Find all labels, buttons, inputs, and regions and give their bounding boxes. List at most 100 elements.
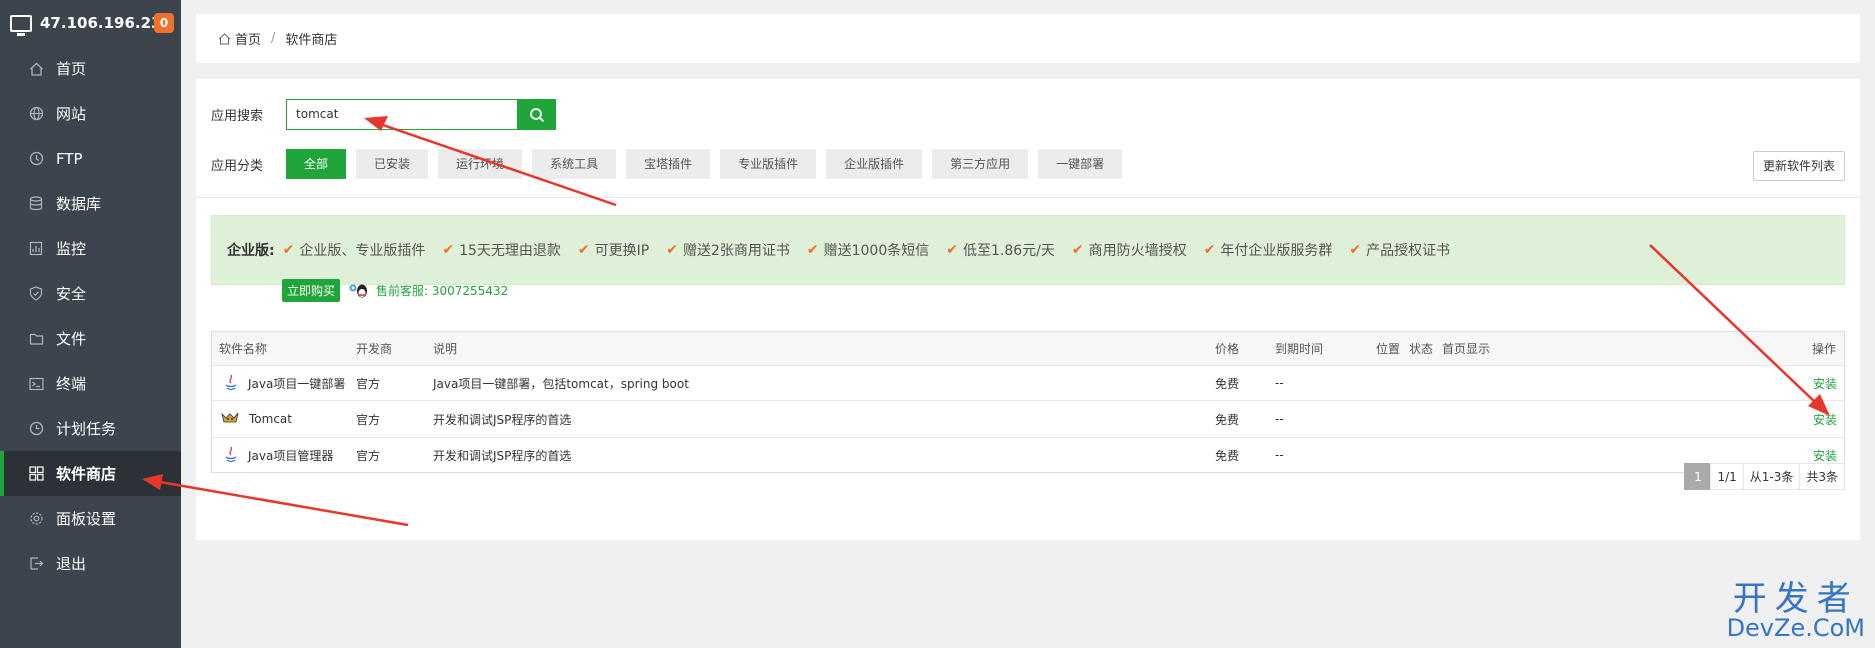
watermark: 开发者 DevZe.CoM <box>1727 582 1865 640</box>
buy-now-button[interactable]: 立即购买 <box>282 279 341 302</box>
app-name-cell: Java项目一键部署 <box>223 366 345 400</box>
category-installed[interactable]: 已安装 <box>356 149 429 179</box>
promo-title: 企业版: <box>227 243 275 259</box>
tomcat-icon <box>220 410 240 428</box>
header-description: 说明 <box>433 342 458 356</box>
page-total: 1/1 <box>1710 463 1744 490</box>
sidebar-item-terminal[interactable]: 终端 <box>0 361 181 406</box>
breadcrumb-home[interactable]: 首页 <box>235 29 261 48</box>
promo-feature: ✔ 低至1.86元/天 <box>946 242 1055 259</box>
java-icon <box>223 374 239 392</box>
search-label: 应用搜索 <box>211 109 264 124</box>
install-button[interactable]: 安装 <box>1813 401 1837 437</box>
page-current[interactable]: 1 <box>1684 463 1712 490</box>
check-icon: ✔ <box>1349 242 1362 258</box>
category-enterprise-plugins[interactable]: 企业版插件 <box>826 149 923 179</box>
folder-icon <box>28 331 44 347</box>
chart-icon <box>28 241 44 257</box>
software-table: 软件名称 开发商 说明 价格 到期时间 位置 状态 首页显示 操作 Java项目… <box>211 331 1845 473</box>
promo-feature: ✔ 企业版、专业版插件 <box>282 242 426 259</box>
database-icon <box>28 196 44 212</box>
price-cell: 免费 <box>1215 412 1240 427</box>
header-home-display: 首页显示 <box>1442 342 1491 356</box>
notification-badge[interactable]: 0 <box>154 13 174 33</box>
divider <box>196 197 1860 198</box>
sidebar-item-store[interactable]: 软件商店 <box>0 451 181 496</box>
enterprise-promo: 企业版: ✔ 企业版、专业版插件 ✔ 15天无理由退款 ✔ 可更换IP ✔ 赠送2张商用… <box>211 215 1845 302</box>
page-count: 共3条 <box>1799 463 1845 490</box>
sidebar-item-cron[interactable]: 计划任务 <box>0 406 181 451</box>
gear-icon <box>28 511 44 527</box>
expire-cell: -- <box>1275 448 1284 462</box>
promo-actions: 立即购买 售前客服: 3007255432 <box>282 279 508 302</box>
check-icon: ✔ <box>577 242 590 258</box>
monitor-icon <box>10 14 32 36</box>
developer-cell: 官方 <box>356 376 381 391</box>
category-row: 应用分类 全部 已安装 运行环境 系统工具 宝塔插件 专业版插件 企业版插件 第… <box>211 149 1132 179</box>
sidebar-item-logout[interactable]: 退出 <box>0 541 181 586</box>
sidebar-item-database[interactable]: 数据库 <box>0 181 181 226</box>
sidebar-item-label: 监控 <box>56 240 87 258</box>
promo-features: 企业版: ✔ 企业版、专业版插件 ✔ 15天无理由退款 ✔ 可更换IP ✔ 赠送2张商用… <box>227 240 1467 260</box>
update-list-button[interactable]: 更新软件列表 <box>1752 151 1845 181</box>
pagination: 1 1/1 从1-3条 共3条 <box>1684 463 1845 490</box>
promo-feature: ✔ 15天无理由退款 <box>442 242 561 259</box>
check-icon: ✔ <box>666 242 678 258</box>
category-bt-plugins[interactable]: 宝塔插件 <box>626 149 711 179</box>
description-cell: Java项目一键部署，包括tomcat，spring boot <box>433 376 689 391</box>
sidebar-item-files[interactable]: 文件 <box>0 316 181 361</box>
ftp-icon <box>28 151 44 167</box>
store-panel: 应用搜索 tomcat 应用分类 全部 已安装 运行环境 系统工具 宝塔插件 专… <box>196 79 1860 540</box>
header-position: 位置 <box>1376 342 1401 356</box>
check-icon: ✔ <box>282 242 295 258</box>
sidebar-item-security[interactable]: 安全 <box>0 271 181 316</box>
grid-icon <box>28 466 44 482</box>
home-icon <box>218 32 231 45</box>
promo-feature: ✔ 可更换IP <box>577 242 650 259</box>
category-label: 应用分类 <box>211 158 264 174</box>
search-input[interactable]: tomcat <box>286 99 519 130</box>
clock-icon <box>28 421 44 437</box>
category-runtime[interactable]: 运行环境 <box>438 149 523 179</box>
terminal-icon <box>28 376 44 392</box>
check-icon: ✔ <box>806 242 819 258</box>
sidebar-item-ftp[interactable]: FTP <box>0 136 181 181</box>
promo-feature: ✔ 赠送1000条短信 <box>806 242 930 259</box>
globe-icon <box>28 106 44 122</box>
price-cell: 免费 <box>1215 448 1240 463</box>
install-button[interactable]: 安装 <box>1813 366 1837 400</box>
presales-contact[interactable]: 售前客服: 3007255432 <box>348 282 508 299</box>
category-tabs: 全部 已安装 运行环境 系统工具 宝塔插件 专业版插件 企业版插件 第三方应用 … <box>286 149 1132 179</box>
sidebar: 47.106.196.233 0 首页 网站 FTP 数据库 监控 安全 文件 … <box>0 0 181 648</box>
check-icon: ✔ <box>442 242 455 258</box>
category-all[interactable]: 全部 <box>286 149 347 179</box>
promo-feature: ✔ 产品授权证书 <box>1349 242 1451 259</box>
category-pro-plugins[interactable]: 专业版插件 <box>720 149 817 179</box>
category-system-tools[interactable]: 系统工具 <box>532 149 617 179</box>
search-button[interactable] <box>518 99 557 130</box>
table-row: Java项目管理器 官方 开发和调试JSP程序的首选 免费 -- 安装 <box>212 437 1844 472</box>
promo-feature: ✔ 赠送2张商用证书 <box>666 242 790 259</box>
search-row: 应用搜索 tomcat <box>211 99 557 130</box>
sidebar-item-website[interactable]: 网站 <box>0 91 181 136</box>
check-icon: ✔ <box>946 242 958 258</box>
category-one-click-deploy[interactable]: 一键部署 <box>1038 149 1123 179</box>
sidebar-item-label: 文件 <box>56 330 87 348</box>
breadcrumb-current: 软件商店 <box>285 33 338 48</box>
table-row: Tomcat 官方 开发和调试JSP程序的首选 免费 -- 安装 <box>212 400 1844 437</box>
check-icon: ✔ <box>1071 242 1084 258</box>
sidebar-item-monitor[interactable]: 监控 <box>0 226 181 271</box>
sidebar-item-label: 面板设置 <box>56 510 117 528</box>
header-status: 状态 <box>1409 342 1434 356</box>
category-third-party[interactable]: 第三方应用 <box>932 149 1029 179</box>
sidebar-item-settings[interactable]: 面板设置 <box>0 496 181 541</box>
promo-feature: ✔ 年付企业版服务群 <box>1203 242 1333 259</box>
sidebar-item-home[interactable]: 首页 <box>0 46 181 91</box>
check-icon: ✔ <box>1203 242 1216 258</box>
breadcrumb: 首页 / 软件商店 <box>196 14 1860 63</box>
developer-cell: 官方 <box>356 412 381 427</box>
header-name: 软件名称 <box>219 342 268 356</box>
description-cell: 开发和调试JSP程序的首选 <box>433 448 572 463</box>
table-header: 软件名称 开发商 说明 价格 到期时间 位置 状态 首页显示 操作 <box>212 332 1844 365</box>
watermark-line1: 开发者 <box>1732 579 1859 619</box>
